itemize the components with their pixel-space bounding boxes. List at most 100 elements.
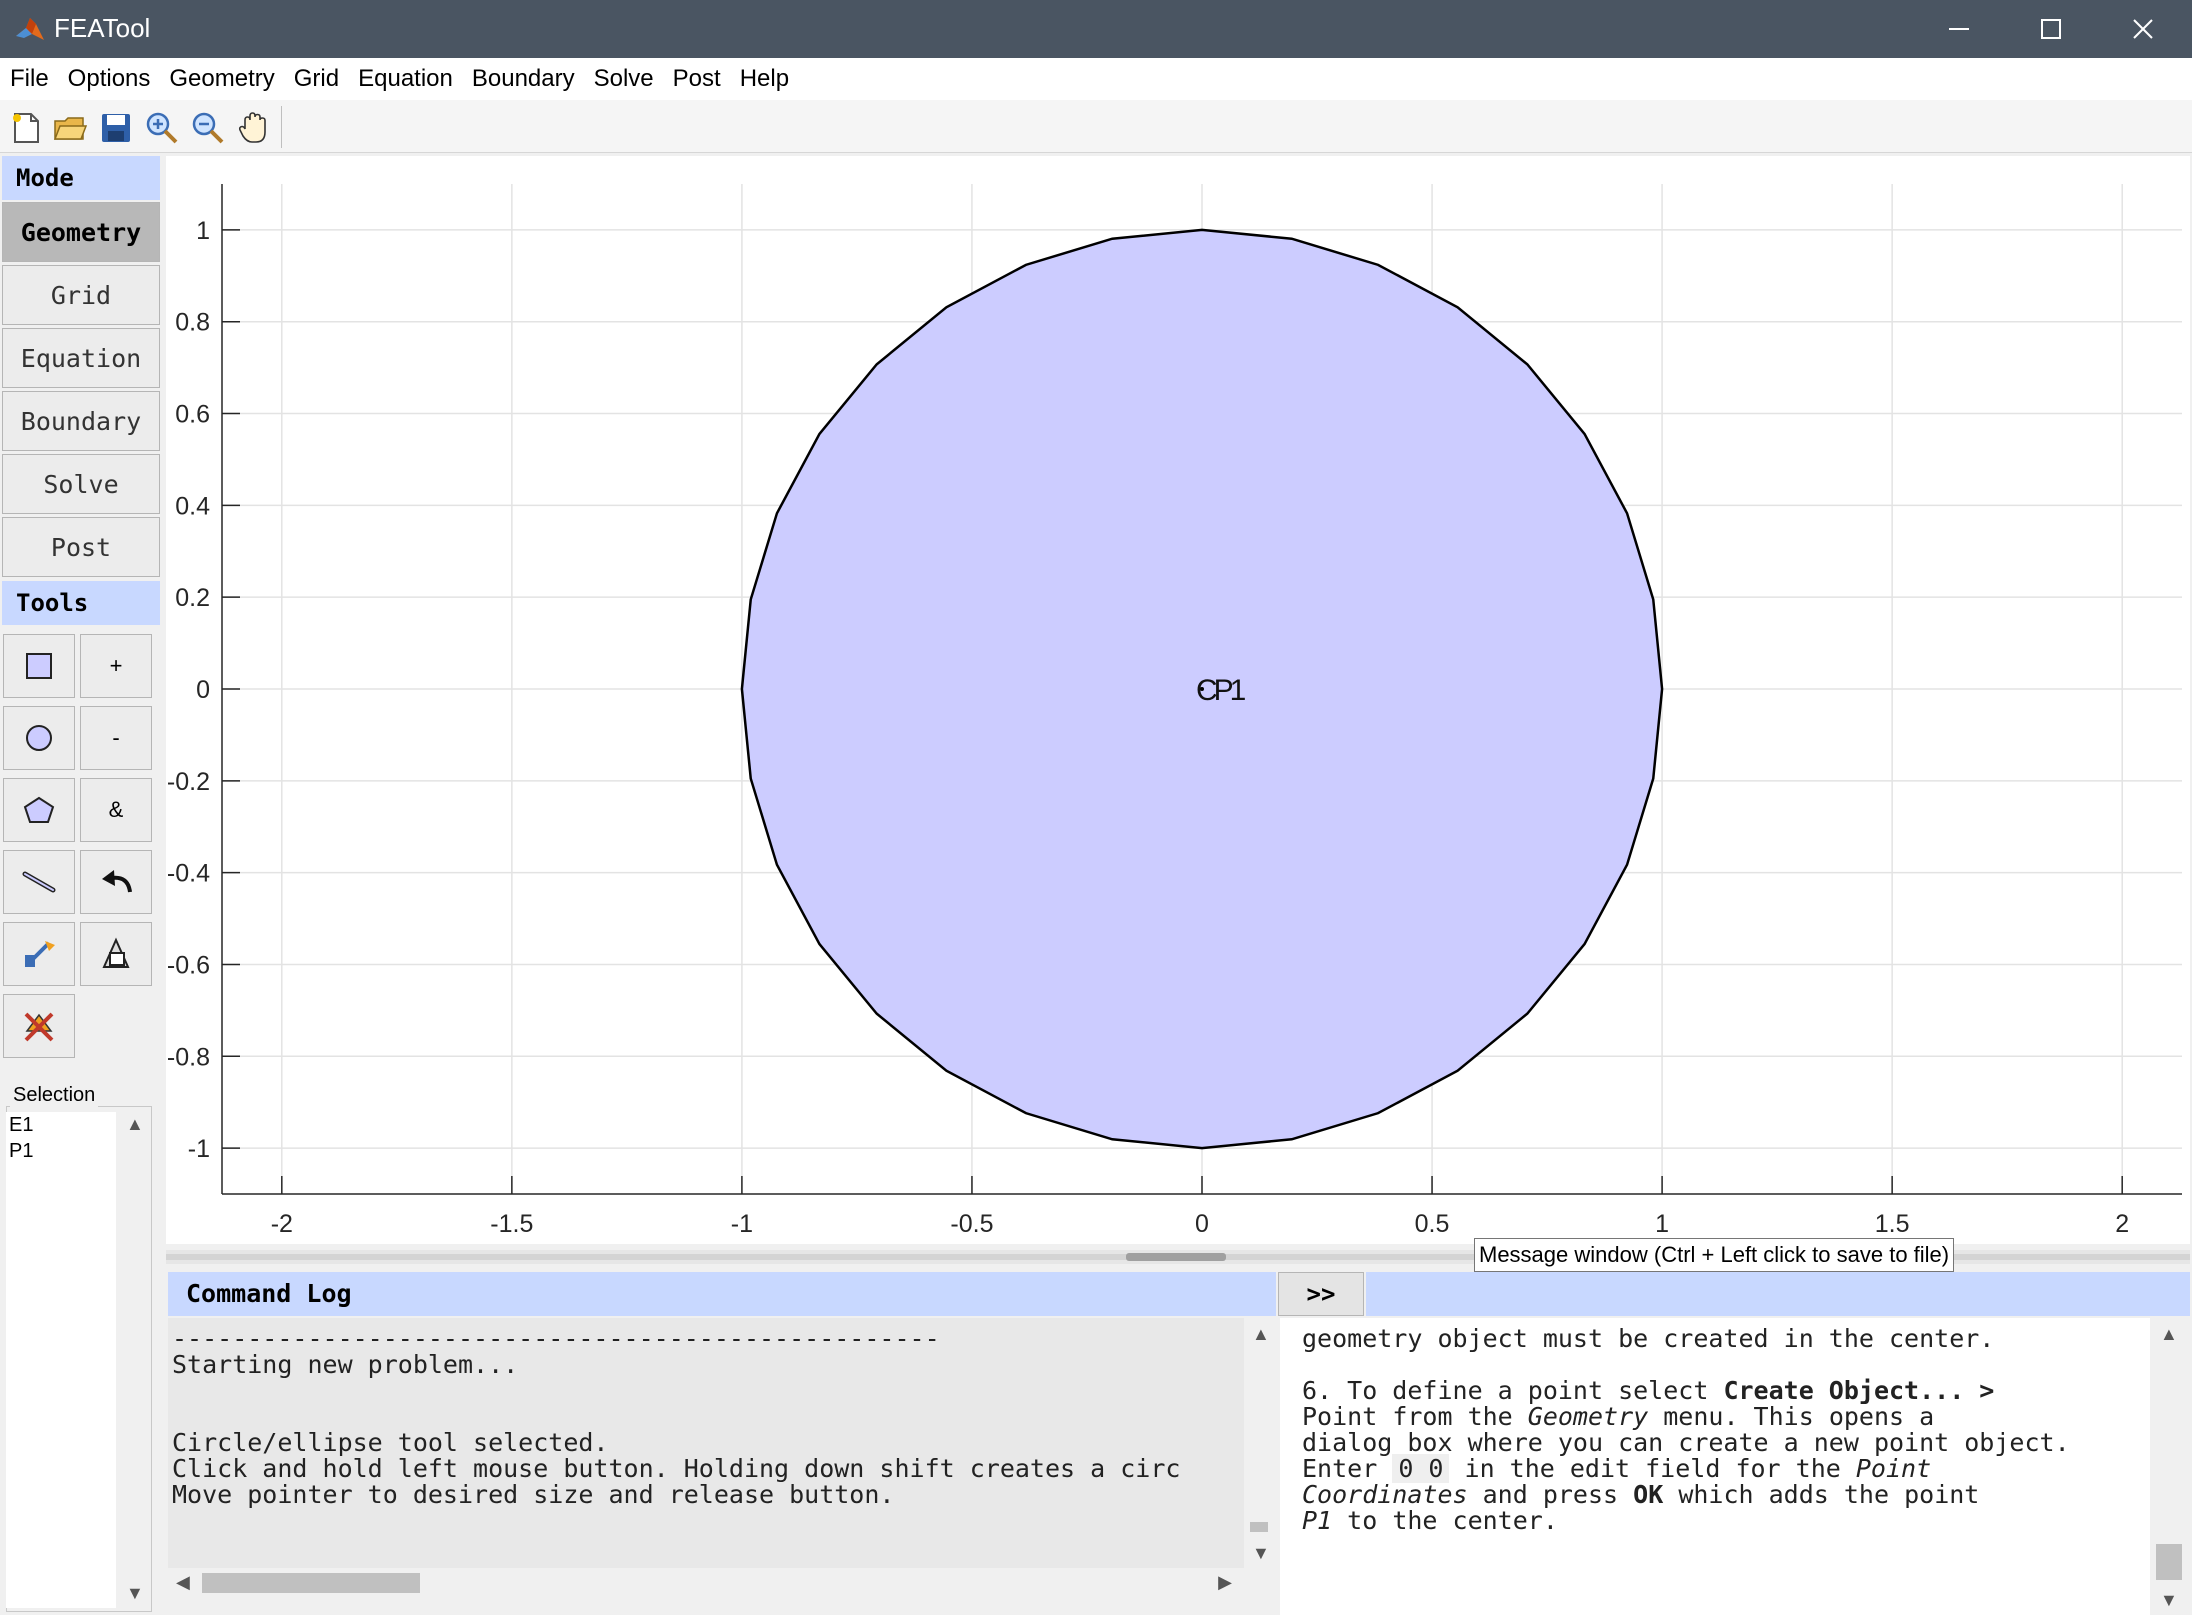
rectangle-tool-button[interactable] [3, 634, 75, 698]
mode-solve-button[interactable]: Solve [2, 454, 160, 514]
menu-solve[interactable]: Solve [584, 58, 663, 100]
x-tick-label: -1 [731, 1210, 753, 1238]
tools-header: Tools [2, 581, 160, 625]
scroll-left-icon[interactable]: ◀ [176, 1572, 190, 1593]
circle-icon [26, 725, 52, 751]
menu-boundary[interactable]: Boundary [462, 58, 584, 100]
y-tick-label: -0.4 [167, 860, 210, 888]
transform-tool-button[interactable] [80, 922, 152, 986]
expand-button[interactable]: >> [1278, 1272, 1364, 1316]
scroll-down-icon[interactable]: ▼ [1252, 1543, 1270, 1564]
mode-grid-button[interactable]: Grid [2, 265, 160, 325]
selection-scrollbar[interactable]: ▲ ▼ [118, 1112, 150, 1608]
splitter-handle[interactable] [1126, 1253, 1226, 1261]
pan-hand-icon [238, 112, 266, 143]
scroll-down-icon[interactable]: ▼ [126, 1583, 144, 1604]
x-tick-label: -2 [271, 1210, 293, 1238]
menu-equation[interactable]: Equation [348, 58, 462, 100]
log-line: ----------------------------------------… [172, 1324, 940, 1353]
mode-geometry-button[interactable]: Geometry [2, 202, 160, 262]
maximize-button[interactable] [2006, 0, 2096, 58]
scroll-up-icon[interactable]: ▲ [126, 1114, 144, 1135]
help-header [1366, 1272, 2190, 1316]
mode-equation-button[interactable]: Equation [2, 328, 160, 388]
command-log-header: Command Log [168, 1272, 1276, 1316]
scroll-thumb[interactable] [202, 1573, 420, 1593]
union-tool-button[interactable]: + [80, 634, 152, 698]
zoom-in-button[interactable] [142, 108, 182, 148]
circle-tool-button[interactable] [3, 706, 75, 770]
line-tool-button[interactable] [3, 850, 75, 914]
edit-object-tool-button[interactable] [3, 922, 75, 986]
subtract-tool-button[interactable]: - [80, 706, 152, 770]
command-log[interactable]: ----------------------------------------… [168, 1318, 1244, 1568]
undo-tool-button[interactable] [80, 850, 152, 914]
x-tick-label: 0.5 [1415, 1210, 1450, 1238]
zoom-out-icon [192, 112, 224, 144]
command-log-vscrollbar[interactable]: ▲ ▼ [1244, 1318, 1274, 1568]
title-bar: FEATool [0, 0, 2192, 58]
toolbar [0, 100, 2192, 153]
scroll-right-icon[interactable]: ▶ [1218, 1572, 1232, 1593]
log-line: Circle/ellipse tool selected. [172, 1428, 609, 1457]
close-button[interactable] [2098, 0, 2188, 58]
x-tick-label: 0 [1195, 1210, 1209, 1238]
menu-geometry[interactable]: Geometry [159, 58, 283, 100]
shape-layer[interactable]: CP1 [740, 228, 1664, 1150]
y-tick-label: 0.4 [175, 492, 210, 520]
selection-list[interactable]: E1 P1 [6, 1112, 116, 1608]
minimize-icon [1949, 28, 1969, 30]
y-tick-label: -0.2 [167, 768, 210, 796]
minimize-button[interactable] [1914, 0, 2004, 58]
x-tick-label: -1.5 [490, 1210, 533, 1238]
scroll-up-icon[interactable]: ▲ [1252, 1324, 1270, 1345]
y-tick-label: 0.8 [175, 309, 210, 337]
y-tick-label: -0.6 [167, 951, 210, 979]
bottom-panel: Command Log >> -------------------------… [166, 1272, 2190, 1615]
mode-boundary-button[interactable]: Boundary [2, 391, 160, 451]
scroll-thumb[interactable] [2156, 1544, 2182, 1580]
log-line: Click and hold left mouse button. Holdin… [172, 1454, 1181, 1483]
intersect-tool-button[interactable]: & [80, 778, 152, 842]
save-button[interactable] [96, 108, 136, 148]
scroll-up-icon[interactable]: ▲ [2160, 1324, 2178, 1345]
help-text-panel[interactable]: geometry object must be created in the c… [1280, 1318, 2150, 1615]
mode-post-button[interactable]: Post [2, 517, 160, 577]
help-line: geometry object must be created in the c… [1302, 1324, 1995, 1353]
pan-button[interactable] [234, 108, 274, 148]
y-tick-label: -1 [188, 1135, 210, 1163]
delete-tool-button[interactable] [3, 994, 75, 1058]
selection-item[interactable]: E1 [9, 1114, 33, 1137]
help-line: Coordinates and press OK which adds the … [1302, 1480, 1980, 1509]
help-vscrollbar[interactable]: ▲ ▼ [2150, 1318, 2188, 1615]
open-folder-button[interactable] [50, 108, 90, 148]
new-file-button[interactable] [6, 108, 46, 148]
help-line: dialog box where you can create a new po… [1302, 1428, 2070, 1457]
rectangle-icon [26, 653, 52, 679]
y-tick-label: -0.8 [167, 1043, 210, 1071]
help-line: Enter 0 0 in the edit field for the Poin… [1302, 1454, 1932, 1483]
mode-header: Mode [2, 156, 160, 200]
new-file-icon [13, 113, 39, 143]
command-log-hscrollbar[interactable]: ◀ ▶ [168, 1568, 1244, 1598]
polygon-tool-button[interactable] [3, 778, 75, 842]
scroll-thumb[interactable] [1250, 1522, 1268, 1532]
menu-file[interactable]: File [0, 58, 58, 100]
matlab-membrane-icon [14, 14, 46, 44]
transform-icon [102, 937, 130, 968]
geometry-plot[interactable]: CP1 -2 -1.5 -1 -0.5 0 0.5 1 1.5 2 1 0.8 0.6 0.4 0.2 0 -… [166, 156, 2190, 1244]
scroll-down-icon[interactable]: ▼ [2160, 1590, 2178, 1611]
delete-icon [24, 1012, 54, 1042]
y-tick-label: 1 [196, 217, 210, 245]
menu-post[interactable]: Post [663, 58, 730, 100]
menu-help[interactable]: Help [730, 58, 798, 100]
y-tick-label: 0 [196, 676, 210, 704]
selection-item[interactable]: P1 [9, 1140, 33, 1163]
menu-grid[interactable]: Grid [284, 58, 348, 100]
zoom-out-button[interactable] [188, 108, 228, 148]
save-icon [102, 114, 130, 142]
plot-canvas[interactable]: CP1 -2 -1.5 -1 -0.5 0 0.5 1 1.5 2 1 0.8 0.6 0.4 0.2 0 -… [166, 156, 2190, 1244]
help-line: Point from the Geometry menu. This opens… [1302, 1402, 1935, 1431]
menu-options[interactable]: Options [58, 58, 160, 100]
tooltip: Message window (Ctrl + Left click to sav… [1474, 1238, 1955, 1272]
